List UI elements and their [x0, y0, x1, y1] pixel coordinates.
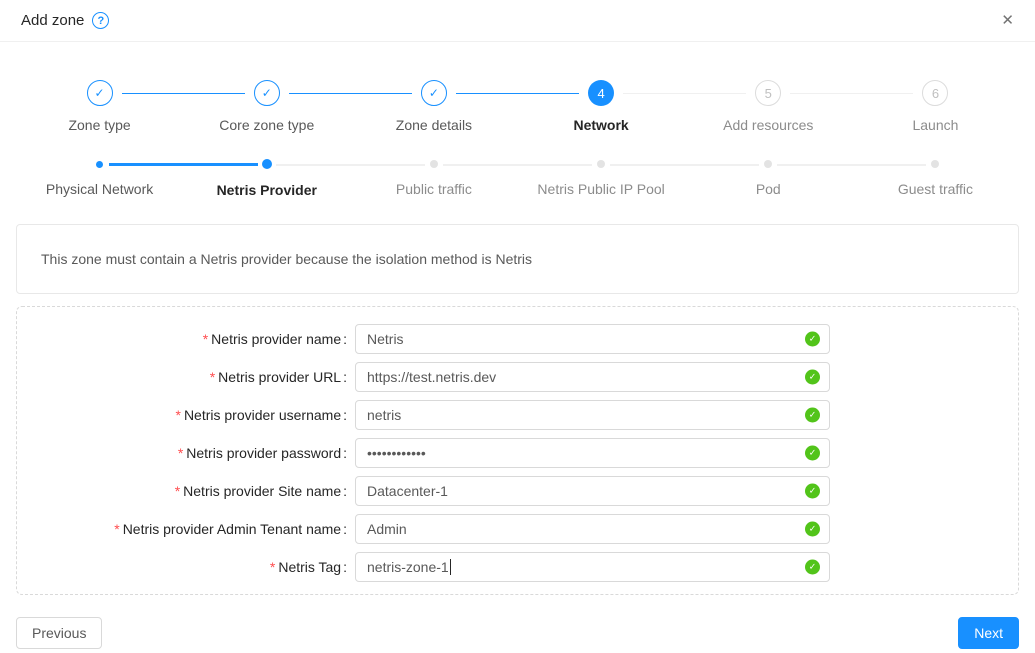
previous-button[interactable]: Previous [16, 617, 102, 649]
step-label: Add resources [723, 117, 813, 133]
form-row: *Netris provider username: netris ✓ [17, 400, 1018, 430]
check-icon: ✓ [87, 80, 113, 106]
substep-label: Pod [756, 181, 781, 197]
field-label: *Netris provider Site name: [17, 483, 355, 499]
substep-label: Netris Public IP Pool [537, 181, 664, 197]
check-icon: ✓ [254, 80, 280, 106]
substep-label: Public traffic [396, 181, 472, 197]
substep-label: Guest traffic [898, 181, 973, 197]
step-network: 4 Network [518, 80, 685, 133]
info-banner: This zone must contain a Netris provider… [16, 224, 1019, 294]
success-check-icon: ✓ [805, 560, 820, 575]
step-dot-icon [931, 160, 939, 168]
dialog-body: ✓ Zone type ✓ Core zone type ✓ Zone deta… [0, 80, 1035, 649]
form-row: *Netris provider Admin Tenant name: Admi… [17, 514, 1018, 544]
input-value: Admin [367, 521, 407, 537]
check-icon: ✓ [421, 80, 447, 106]
step-label: Zone type [68, 117, 130, 133]
substep-label: Netris Provider [217, 182, 317, 198]
substep-netris-public-ip-pool: Netris Public IP Pool [518, 157, 685, 198]
step-label: Zone details [396, 117, 472, 133]
dialog-header: Add zone ? ✕ [0, 0, 1035, 42]
netris-provider-username-input[interactable]: netris ✓ [355, 400, 830, 430]
input-value: Netris [367, 331, 404, 347]
network-substeps: Physical Network Netris Provider Public … [16, 157, 1019, 198]
netris-provider-admin-tenant-name-input[interactable]: Admin ✓ [355, 514, 830, 544]
step-zone-details: ✓ Zone details [350, 80, 517, 133]
step-zone-type: ✓ Zone type [16, 80, 183, 133]
step-number: 4 [588, 80, 614, 106]
substep-pod: Pod [685, 157, 852, 198]
step-number: 5 [755, 80, 781, 106]
form-row: *Netris provider password: •••••••••••• … [17, 438, 1018, 468]
substep-physical-network: Physical Network [16, 157, 183, 198]
substep-public-traffic: Public traffic [350, 157, 517, 198]
field-label: *Netris provider URL: [17, 369, 355, 385]
input-value: •••••••••••• [367, 445, 426, 461]
success-check-icon: ✓ [805, 408, 820, 423]
field-label: *Netris Tag: [17, 559, 355, 575]
netris-tag-input[interactable]: netris-zone-1 ✓ [355, 552, 830, 582]
field-label: *Netris provider name: [17, 331, 355, 347]
netris-provider-url-input[interactable]: https://test.netris.dev ✓ [355, 362, 830, 392]
netris-provider-site-name-input[interactable]: Datacenter-1 ✓ [355, 476, 830, 506]
required-mark: * [175, 407, 180, 423]
step-label: Network [573, 117, 628, 133]
required-mark: * [270, 559, 275, 575]
field-label: *Netris provider Admin Tenant name: [17, 521, 355, 537]
step-label: Core zone type [219, 117, 314, 133]
info-banner-text: This zone must contain a Netris provider… [41, 251, 532, 267]
required-mark: * [178, 445, 183, 461]
dialog-footer: Previous Next [16, 617, 1019, 649]
success-check-icon: ✓ [805, 370, 820, 385]
form-row: *Netris provider name: Netris ✓ [17, 324, 1018, 354]
success-check-icon: ✓ [805, 484, 820, 499]
required-mark: * [210, 369, 215, 385]
step-dot-icon [262, 159, 272, 169]
field-label: *Netris provider username: [17, 407, 355, 423]
input-value: netris-zone-1 [367, 559, 449, 575]
field-label: *Netris provider password: [17, 445, 355, 461]
dialog-title: Add zone [21, 12, 84, 29]
step-add-resources: 5 Add resources [685, 80, 852, 133]
substep-guest-traffic: Guest traffic [852, 157, 1019, 198]
required-mark: * [175, 483, 180, 499]
step-dot-icon [430, 160, 438, 168]
required-mark: * [114, 521, 119, 537]
form-row: *Netris provider Site name: Datacenter-1… [17, 476, 1018, 506]
success-check-icon: ✓ [805, 332, 820, 347]
form-row: *Netris Tag: netris-zone-1 ✓ [17, 552, 1018, 582]
text-cursor [450, 559, 451, 575]
input-value: https://test.netris.dev [367, 369, 496, 385]
question-circle-icon[interactable]: ? [92, 12, 109, 29]
success-check-icon: ✓ [805, 446, 820, 461]
close-icon[interactable]: ✕ [1001, 13, 1014, 28]
step-dot-icon [764, 160, 772, 168]
step-core-zone-type: ✓ Core zone type [183, 80, 350, 133]
form-row: *Netris provider URL: https://test.netri… [17, 362, 1018, 392]
wizard-steps: ✓ Zone type ✓ Core zone type ✓ Zone deta… [16, 80, 1019, 133]
substep-netris-provider: Netris Provider [183, 157, 350, 198]
step-dot-icon [96, 161, 103, 168]
step-launch: 6 Launch [852, 80, 1019, 133]
input-value: netris [367, 407, 401, 423]
next-button[interactable]: Next [958, 617, 1019, 649]
input-value: Datacenter-1 [367, 483, 448, 499]
step-dot-icon [597, 160, 605, 168]
required-mark: * [203, 331, 208, 347]
substep-label: Physical Network [46, 181, 153, 197]
netris-provider-form: *Netris provider name: Netris ✓ *Netris … [16, 306, 1019, 595]
netris-provider-password-input[interactable]: •••••••••••• ✓ [355, 438, 830, 468]
step-number: 6 [922, 80, 948, 106]
success-check-icon: ✓ [805, 522, 820, 537]
step-label: Launch [912, 117, 958, 133]
netris-provider-name-input[interactable]: Netris ✓ [355, 324, 830, 354]
